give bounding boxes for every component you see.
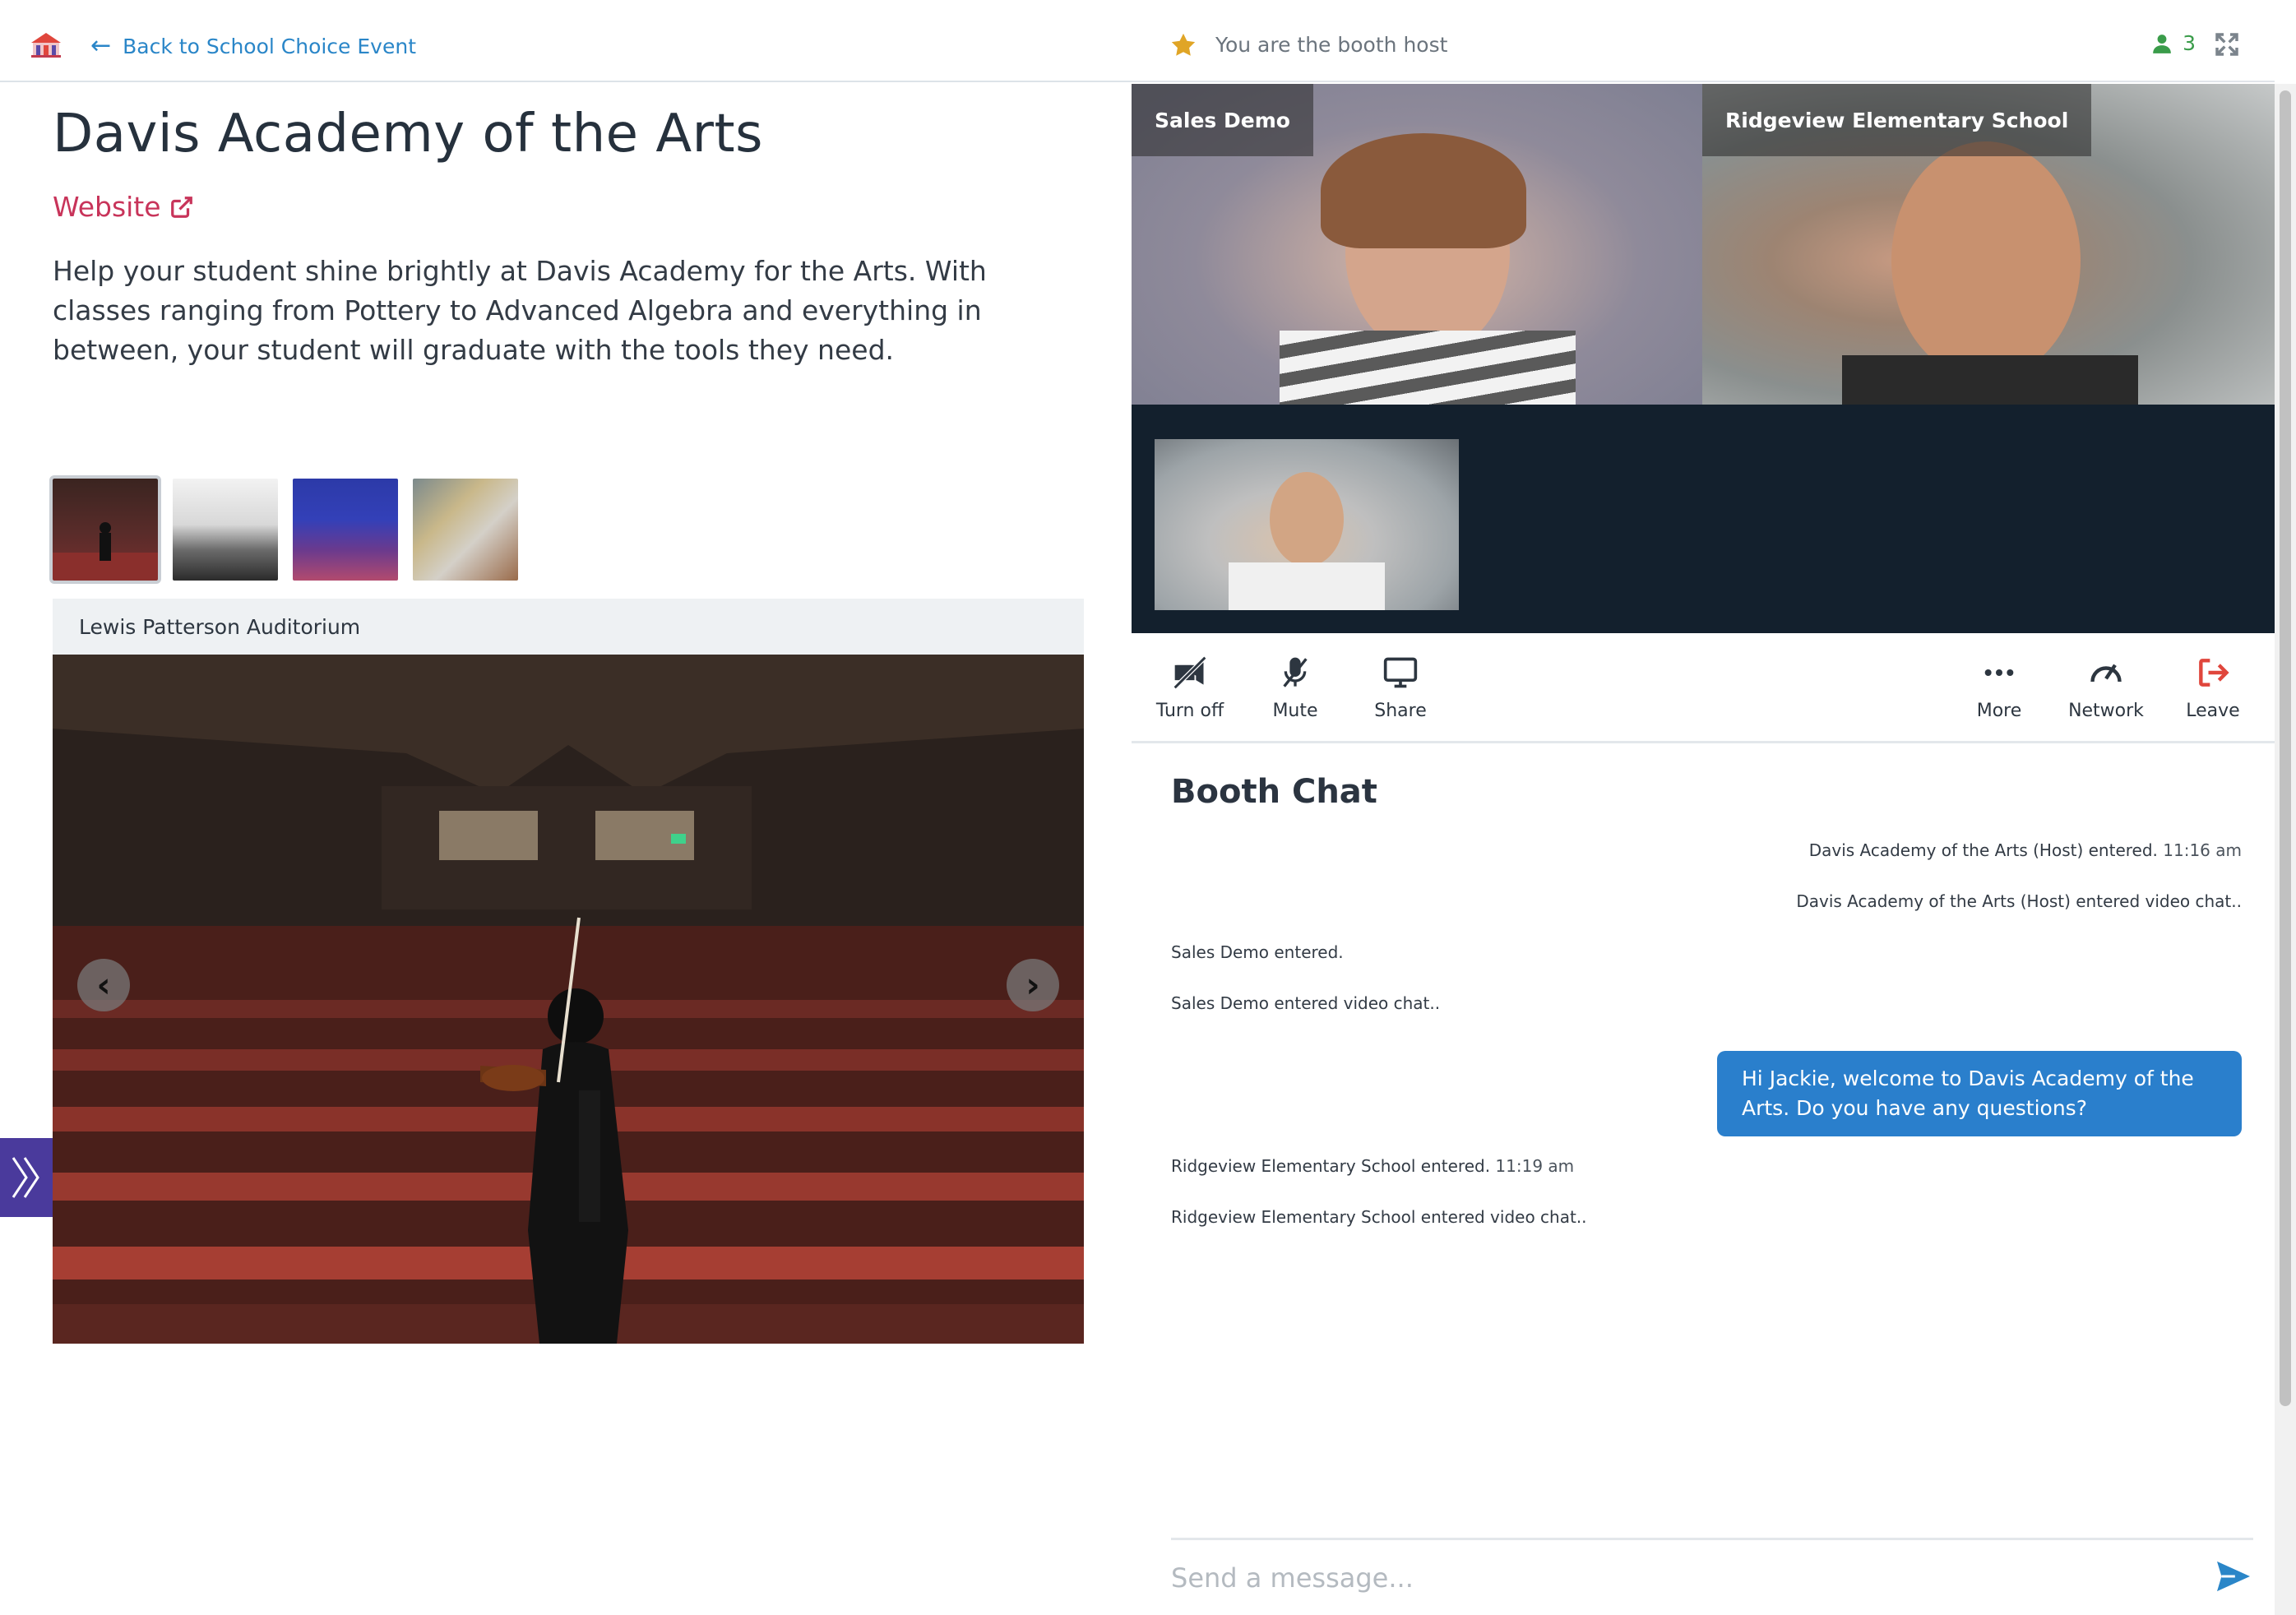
- call-controls: Turn off Mute Share More Network Leave: [1132, 633, 2275, 743]
- mute-label: Mute: [1272, 701, 1318, 721]
- star-icon: [1171, 33, 1196, 56]
- video-grid: Sales Demo Ridgeview Elementary School: [1132, 84, 2275, 633]
- network-label: Network: [2068, 701, 2144, 721]
- chat-message-time: 11:19 am: [1495, 1156, 1575, 1176]
- chat-message-text: Davis Academy of the Arts (Host) entered…: [1796, 891, 2242, 911]
- more-dots-icon: [1984, 669, 2014, 676]
- more-options-button[interactable]: More: [1954, 655, 2044, 721]
- gallery-prev-button[interactable]: ‹: [77, 959, 130, 1011]
- booth-panel: You are the booth host 3 Sales Demo Ridg…: [1132, 0, 2275, 1615]
- chevron-left-icon: ‹: [96, 965, 111, 1005]
- expand-sidebar-tab[interactable]: [0, 1138, 53, 1217]
- gallery-thumbnail[interactable]: [173, 479, 278, 581]
- chat-title: Booth Chat: [1171, 773, 1377, 811]
- chat-message-text: Hi Jackie, welcome to Davis Academy of t…: [1742, 1067, 2194, 1120]
- gallery-thumbnail[interactable]: [49, 475, 161, 584]
- gallery-caption-text: Lewis Patterson Auditorium: [79, 614, 361, 639]
- participant-shirt: [1842, 355, 2138, 405]
- arrow-left-icon: ←: [90, 31, 112, 60]
- chat-system-message: Sales Demo entered.: [1171, 942, 1344, 962]
- booth-header: You are the booth host 3: [1132, 5, 2275, 82]
- external-link-icon: [170, 196, 192, 218]
- participant-hair: [1321, 133, 1526, 248]
- chat-system-message: Davis Academy of the Arts (Host) entered…: [1809, 840, 2242, 860]
- fullscreen-icon[interactable]: [2214, 31, 2240, 58]
- camera-toggle-button[interactable]: Turn off: [1145, 655, 1235, 721]
- network-button[interactable]: Network: [2061, 655, 2151, 721]
- violinist-thumbnail-image: [53, 522, 158, 581]
- video-tile[interactable]: Ridgeview Elementary School: [1702, 84, 2275, 405]
- booth-chat-panel: Booth Chat Davis Academy of the Arts (Ho…: [1132, 743, 2275, 1615]
- chat-composer: [1171, 1538, 2253, 1615]
- mute-button[interactable]: Mute: [1250, 655, 1340, 721]
- user-icon: [2153, 34, 2171, 53]
- top-nav-bar: ← Back to School Choice Event: [0, 5, 1132, 82]
- scrollbar-thumb[interactable]: [2280, 90, 2291, 1406]
- gallery-thumbnail[interactable]: [293, 479, 398, 581]
- website-link-label: Website: [53, 191, 161, 223]
- mic-off-icon: [1283, 657, 1308, 687]
- more-label: More: [1976, 701, 2022, 721]
- leave-label: Leave: [2186, 701, 2240, 721]
- share-label: Share: [1374, 701, 1427, 721]
- video-tile[interactable]: [1155, 439, 1459, 610]
- video-tile[interactable]: Sales Demo: [1132, 84, 1702, 405]
- share-screen-button[interactable]: Share: [1355, 655, 1446, 721]
- double-chevron-right-icon: [12, 1157, 39, 1198]
- camera-toggle-label: Turn off: [1155, 701, 1224, 721]
- chat-system-message: Ridgeview Elementary School entered. 11:…: [1171, 1156, 1574, 1176]
- chat-message-text: Ridgeview Elementary School entered.: [1171, 1156, 1491, 1176]
- gallery-next-button[interactable]: ›: [1007, 959, 1059, 1011]
- leave-call-button[interactable]: Leave: [2168, 655, 2258, 721]
- chat-system-message: Ridgeview Elementary School entered vide…: [1171, 1207, 1587, 1227]
- video-off-icon: [1173, 655, 1207, 690]
- chat-message-input[interactable]: [1171, 1557, 2158, 1599]
- participant-face: [1270, 472, 1344, 567]
- chat-message-text: Davis Academy of the Arts (Host) entered…: [1808, 840, 2158, 860]
- page-scrollbar[interactable]: [2275, 84, 2296, 1615]
- school-info-pane: ← Back to School Choice Event Davis Acad…: [0, 0, 1132, 1615]
- gallery-main-image: ‹ ›: [53, 655, 1084, 1344]
- gallery-thumbnails: [49, 475, 518, 584]
- back-link-label: Back to School Choice Event: [123, 34, 417, 58]
- gauge-icon: [2090, 664, 2122, 683]
- chat-message-text: Sales Demo entered video chat..: [1171, 993, 1441, 1013]
- back-to-event-link[interactable]: ← Back to School Choice Event: [90, 30, 416, 62]
- chat-system-message: Davis Academy of the Arts (Host) entered…: [1796, 891, 2242, 911]
- participants-button[interactable]: 3: [2151, 31, 2196, 55]
- participant-count: 3: [2183, 31, 2196, 55]
- send-icon[interactable]: [2215, 1560, 2252, 1593]
- participant-face: [1891, 141, 2081, 380]
- video-tile-label: Sales Demo: [1132, 84, 1313, 156]
- participant-shirt: [1280, 331, 1576, 405]
- chat-message-time: 11:16 am: [2163, 840, 2242, 860]
- sign-out-icon: [2199, 659, 2229, 687]
- host-status-label: You are the booth host: [1215, 33, 1448, 57]
- chat-system-message: Sales Demo entered video chat..: [1171, 993, 1440, 1013]
- monitor-icon: [1383, 657, 1418, 688]
- participant-shirt: [1229, 562, 1385, 610]
- school-logo-icon[interactable]: [28, 30, 64, 59]
- gallery-thumbnail[interactable]: [413, 479, 518, 581]
- chat-message-bubble: Hi Jackie, welcome to Davis Academy of t…: [1717, 1051, 2242, 1136]
- chat-message-text: Ridgeview Elementary School entered vide…: [1171, 1207, 1587, 1227]
- auditorium-photo: [53, 655, 1084, 1344]
- chat-message-text: Sales Demo entered.: [1171, 942, 1344, 962]
- school-description: Help your student shine brightly at Davi…: [53, 255, 987, 366]
- gallery-caption: Lewis Patterson Auditorium: [53, 599, 1084, 655]
- school-title: Davis Academy of the Arts: [53, 104, 763, 164]
- website-link[interactable]: Website: [53, 191, 194, 223]
- chevron-right-icon: ›: [1025, 965, 1040, 1005]
- video-tile-label: Ridgeview Elementary School: [1702, 84, 2092, 156]
